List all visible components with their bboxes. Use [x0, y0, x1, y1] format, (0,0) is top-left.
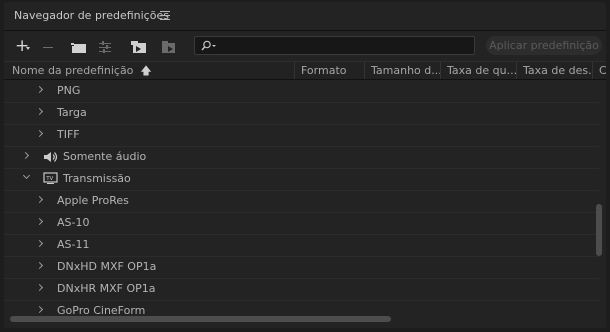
list-item-label: Apple ProRes: [57, 194, 129, 207]
list-item[interactable]: Apple ProRes: [4, 190, 599, 213]
column-frame-size-label: Tamanho d...: [371, 64, 440, 77]
column-name-label: Nome da predefinição: [12, 64, 134, 77]
column-format-label: Formato: [301, 64, 347, 77]
minus-icon: [43, 47, 53, 48]
preset-list: PNG Targa TIFF Somente áudio TV Transmis…: [4, 80, 606, 314]
new-group-button[interactable]: [70, 40, 88, 54]
list-item[interactable]: AS-10: [4, 212, 599, 235]
apply-preset-button[interactable]: Aplicar predefinição: [486, 36, 602, 55]
import-icon: [131, 41, 146, 53]
export-icon: [162, 41, 175, 53]
chevron-right-icon[interactable]: [35, 217, 44, 226]
list-item[interactable]: AS-11: [4, 234, 599, 257]
list-item-label: GoPro CineForm: [57, 304, 146, 314]
list-item-label: TIFF: [57, 128, 80, 141]
export-preset-button[interactable]: [160, 40, 178, 54]
chevron-right-icon[interactable]: [21, 151, 30, 160]
list-item[interactable]: PNG: [4, 80, 599, 103]
speaker-icon: [44, 152, 58, 162]
preset-settings-button[interactable]: [98, 40, 112, 54]
column-header-frame-rate[interactable]: Taxa de qu...: [440, 62, 516, 79]
column-header-bitrate[interactable]: Taxa de des...: [516, 62, 592, 79]
list-item[interactable]: DNxHD MXF OP1a: [4, 256, 599, 279]
chevron-right-icon[interactable]: [35, 283, 44, 292]
settings-icon: [99, 41, 111, 53]
preset-browser-panel: Navegador de predefinições + Aplicar pre…: [4, 2, 606, 328]
horizontal-scrollbar[interactable]: [10, 316, 391, 322]
list-item-label: DNxHR MXF OP1a: [57, 282, 156, 295]
hamburger-icon[interactable]: [160, 11, 170, 20]
folder-icon: [71, 43, 86, 53]
vertical-scrollbar[interactable]: [596, 204, 602, 256]
chevron-right-icon[interactable]: [35, 239, 44, 248]
chevron-right-icon[interactable]: [35, 305, 44, 314]
column-header-frame-size[interactable]: Tamanho d...: [364, 62, 440, 79]
new-preset-button[interactable]: +: [15, 38, 31, 55]
list-item-label: Transmissão: [63, 172, 131, 185]
list-item-label: PNG: [57, 84, 81, 97]
column-header-extra[interactable]: C: [592, 62, 606, 79]
panel-title: Navegador de predefinições: [14, 9, 169, 22]
column-header-row: Nome da predefinição 🡅 Formato Tamanho d.…: [4, 61, 606, 80]
search-icon: [201, 40, 216, 51]
list-item[interactable]: DNxHR MXF OP1a: [4, 278, 599, 301]
column-bitrate-label: Taxa de des...: [523, 64, 592, 77]
list-item-label: Targa: [57, 106, 87, 119]
sort-ascending-icon: 🡅: [140, 64, 152, 77]
chevron-right-icon[interactable]: [35, 107, 44, 116]
chevron-right-icon[interactable]: [35, 85, 44, 94]
plus-icon: +: [15, 36, 30, 56]
list-item-label: AS-11: [57, 238, 90, 251]
panel-header: Navegador de predefinições: [4, 2, 606, 31]
list-item-label: AS-10: [57, 216, 90, 229]
list-item[interactable]: TIFF: [4, 124, 599, 147]
import-preset-button[interactable]: [130, 40, 148, 54]
search-input[interactable]: [194, 36, 475, 55]
svg-text:TV: TV: [45, 176, 53, 182]
chevron-right-icon[interactable]: [35, 129, 44, 138]
dropdown-caret-icon: [26, 47, 30, 50]
column-extra-label: C: [599, 64, 606, 77]
column-frame-rate-label: Taxa de qu...: [447, 64, 516, 77]
column-header-name[interactable]: Nome da predefinição 🡅: [6, 62, 294, 79]
chevron-down-icon[interactable]: [22, 171, 31, 180]
remove-preset-button[interactable]: [43, 40, 54, 54]
list-item[interactable]: Targa: [4, 102, 599, 125]
list-item[interactable]: GoPro CineForm: [4, 300, 599, 314]
tv-icon: TV: [43, 172, 58, 184]
chevron-right-icon[interactable]: [35, 195, 44, 204]
column-header-format[interactable]: Formato: [294, 62, 364, 79]
list-item-label: Somente áudio: [63, 150, 147, 163]
chevron-right-icon[interactable]: [35, 261, 44, 270]
list-item-label: DNxHD MXF OP1a: [57, 260, 157, 273]
list-item[interactable]: TV Transmissão: [4, 168, 599, 191]
list-item[interactable]: Somente áudio: [4, 146, 599, 169]
